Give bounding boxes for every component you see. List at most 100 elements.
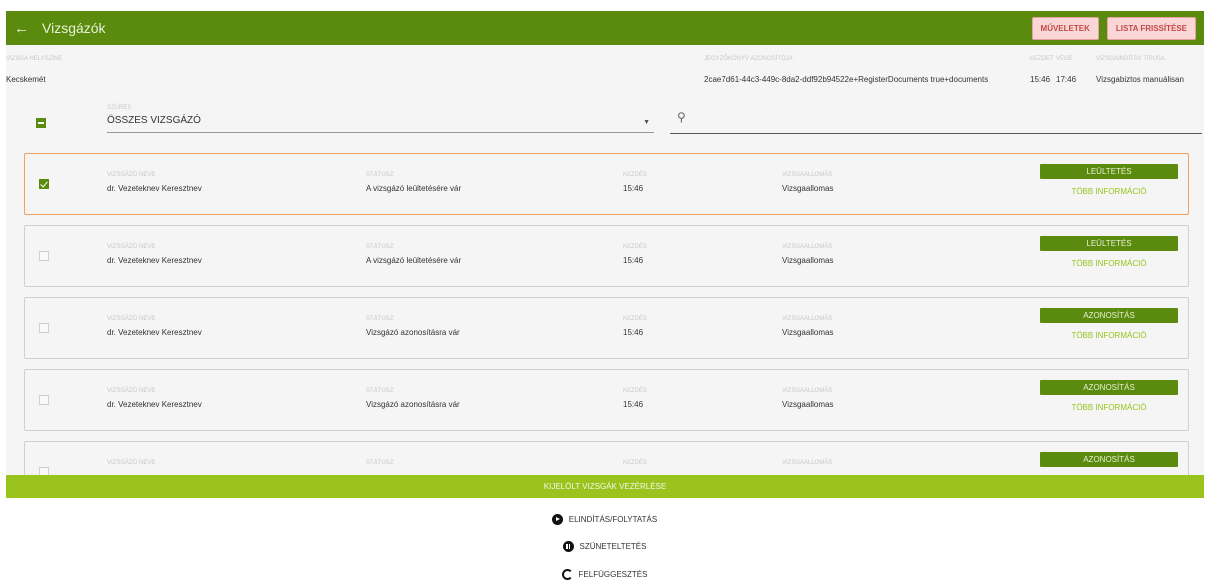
station-label: VIZSGAÁLLOMÁS — [782, 388, 833, 394]
start-label: KEZDÉS — [623, 172, 648, 178]
filter-row: SZŰRÉS ÖSSZES VIZSGÁZÓ ▼ ⚲ — [6, 97, 1204, 145]
identify-button[interactable]: AZONOSÍTÁS — [1040, 308, 1178, 323]
pause-label: SZÜNETELTETÉS — [579, 542, 647, 551]
status-field: STÁTUSZ Vizsgázó azonosításra vár — [366, 316, 460, 337]
map-pin-icon: ⚲ — [677, 110, 686, 124]
end-value: 17:46 — [1056, 75, 1077, 84]
more-info-link[interactable]: TÖBB INFORMÁCIÓ — [1040, 403, 1178, 412]
more-info-link[interactable]: TÖBB INFORMÁCIÓ — [1040, 331, 1178, 340]
top-actions: MŰVELETEK LISTA FRISSÍTÉSE — [1031, 16, 1196, 40]
station-field: VIZSGAÁLLOMÁS Vizsgaallomas — [782, 388, 833, 409]
status-field: STÁTUSZ A vizsgázó leültetésére vár — [366, 172, 461, 193]
start-label: KEZDÉS — [623, 388, 648, 394]
candidate-status: Vizsgázó azonosításra vár — [366, 400, 460, 409]
start-resume-label: ELINDÍTÁS/FOLYTATÁS — [568, 515, 658, 524]
candidate-card: VIZSGÁZÓ NEVE dr. Vezeteknev Keresztnev … — [24, 297, 1189, 359]
station-label: VIZSGAÁLLOMÁS — [782, 460, 833, 466]
candidate-station: Vizsgaallomas — [782, 400, 834, 409]
candidate-status: Vizsgázó azonosításra vár — [366, 328, 460, 337]
row-checkbox[interactable] — [39, 395, 49, 405]
candidate-start: 15:46 — [623, 184, 644, 193]
name-label: VIZSGÁZÓ NEVE — [107, 460, 156, 466]
start-field: KEZDÉS 15:46 — [623, 172, 647, 193]
filter-select[interactable]: SZŰRÉS ÖSSZES VIZSGÁZÓ ▼ — [107, 105, 654, 133]
start-resume-control[interactable]: ELINDÍTÁS/FOLYTATÁS — [0, 514, 1209, 525]
start-field: KEZDÉS — [623, 460, 647, 472]
name-label: VIZSGÁZÓ NEVE — [107, 244, 156, 250]
selected-exams-control-banner: KIJELÖLT VIZSGÁK VEZÉRLÉSE — [6, 475, 1204, 498]
filter-value: ÖSSZES VIZSGÁZÓ — [107, 115, 201, 126]
station-field: VIZSGAÁLLOMÁS Vizsgaallomas — [782, 316, 833, 337]
candidate-start: 15:46 — [623, 328, 644, 337]
candidate-name: dr. Vezeteknev Keresztnev — [107, 328, 202, 337]
exam-info: VIZSGA HELYSZÍNE Kecskemét JEGYZŐKÖNYV A… — [6, 45, 1204, 97]
station-label: VIZSGAÁLLOMÁS — [782, 316, 833, 322]
page: ← Vizsgázók MŰVELETEK LISTA FRISSÍTÉSE V… — [0, 0, 1209, 586]
start-label: KEZDÉS — [623, 244, 648, 250]
start-field: KEZDÉS 15:46 — [623, 244, 647, 265]
more-info-link[interactable]: TÖBB INFORMÁCIÓ — [1040, 187, 1178, 196]
name-field: VIZSGÁZÓ NEVE dr. Vezeteknev Keresztnev — [107, 172, 202, 193]
page-title: Vizsgázók — [42, 20, 106, 36]
station-label: VIZSGAÁLLOMÁS — [782, 244, 833, 250]
refresh-list-button[interactable]: LISTA FRISSÍTÉSE — [1106, 16, 1196, 40]
status-label: STÁTUSZ — [366, 172, 394, 178]
operations-button[interactable]: MŰVELETEK — [1031, 16, 1099, 40]
location-input[interactable] — [670, 133, 1202, 134]
seat-button[interactable]: LEÜLTETÉS — [1040, 164, 1178, 179]
start-type-value: Vizsgabiztos manuálisan — [1096, 75, 1184, 84]
name-field: VIZSGÁZÓ NEVE dr. Vezeteknev Keresztnev — [107, 316, 202, 337]
chevron-down-icon[interactable]: ▼ — [643, 119, 650, 126]
candidate-name: dr. Vezeteknev Keresztnev — [107, 400, 202, 409]
row-checkbox[interactable] — [39, 251, 49, 261]
filter-label: SZŰRÉS — [107, 105, 132, 111]
start-field: KEZDÉS 15:46 — [623, 388, 647, 409]
name-field: VIZSGÁZÓ NEVE — [107, 460, 155, 472]
status-field: STÁTUSZ Vizsgázó azonosításra vár — [366, 388, 460, 409]
candidate-status: A vizsgázó leültetésére vár — [366, 256, 462, 265]
seat-button[interactable]: LEÜLTETÉS — [1040, 236, 1178, 251]
candidate-card: VIZSGÁZÓ NEVE STÁTUSZ KEZDÉS VIZSGAÁLLOM… — [24, 441, 1189, 475]
row-checkbox[interactable] — [39, 179, 49, 189]
select-all-checkbox[interactable] — [36, 118, 46, 128]
suspend-label: FELFÜGGESZTÉS — [578, 570, 648, 579]
candidate-start: 15:46 — [623, 400, 644, 409]
candidate-start: 15:46 — [623, 256, 644, 265]
play-circle-icon — [551, 514, 563, 525]
status-field: STÁTUSZ — [366, 460, 393, 472]
place-value: Kecskemét — [6, 75, 46, 84]
candidate-station: Vizsgaallomas — [782, 184, 834, 193]
name-field: VIZSGÁZÓ NEVE dr. Vezeteknev Keresztnev — [107, 388, 202, 409]
candidate-name: dr. Vezeteknev Keresztnev — [107, 256, 202, 265]
arrow-left-icon[interactable]: ← — [14, 20, 36, 37]
candidate-station: Vizsgaallomas — [782, 328, 834, 337]
pause-control[interactable]: SZÜNETELTETÉS — [0, 541, 1209, 552]
station-field: VIZSGAÁLLOMÁS Vizsgaallomas — [782, 244, 833, 265]
end-label: VÉGE — [1056, 56, 1073, 62]
start-label: KEZDET — [1030, 56, 1054, 62]
status-label: STÁTUSZ — [366, 460, 394, 466]
loading-ring-icon — [561, 569, 573, 580]
pause-circle-icon — [562, 541, 574, 552]
name-field: VIZSGÁZÓ NEVE dr. Vezeteknev Keresztnev — [107, 244, 202, 265]
candidate-station: Vizsgaallomas — [782, 256, 834, 265]
status-label: STÁTUSZ — [366, 244, 394, 250]
more-info-link[interactable]: TÖBB INFORMÁCIÓ — [1040, 259, 1178, 268]
name-label: VIZSGÁZÓ NEVE — [107, 316, 156, 322]
name-label: VIZSGÁZÓ NEVE — [107, 388, 156, 394]
top-bar: ← Vizsgázók MŰVELETEK LISTA FRISSÍTÉSE — [6, 11, 1204, 45]
row-checkbox[interactable] — [39, 323, 49, 333]
identify-button[interactable]: AZONOSÍTÁS — [1040, 452, 1178, 467]
suspend-control[interactable]: FELFÜGGESZTÉS — [0, 569, 1209, 580]
candidate-list: VIZSGÁZÓ NEVE dr. Vezeteknev Keresztnev … — [6, 145, 1204, 475]
station-field: VIZSGAÁLLOMÁS Vizsgaallomas — [782, 172, 833, 193]
start-type-label: VIZSGAINDÍTÁS TÍPUSA — [1096, 56, 1165, 62]
start-value: 15:46 — [1030, 75, 1051, 84]
row-checkbox[interactable] — [39, 467, 49, 475]
status-label: STÁTUSZ — [366, 316, 394, 322]
status-field: STÁTUSZ A vizsgázó leültetésére vár — [366, 244, 461, 265]
candidate-card: VIZSGÁZÓ NEVE dr. Vezeteknev Keresztnev … — [24, 153, 1189, 215]
start-field: KEZDÉS 15:46 — [623, 316, 647, 337]
candidate-name: dr. Vezeteknev Keresztnev — [107, 184, 202, 193]
identify-button[interactable]: AZONOSÍTÁS — [1040, 380, 1178, 395]
